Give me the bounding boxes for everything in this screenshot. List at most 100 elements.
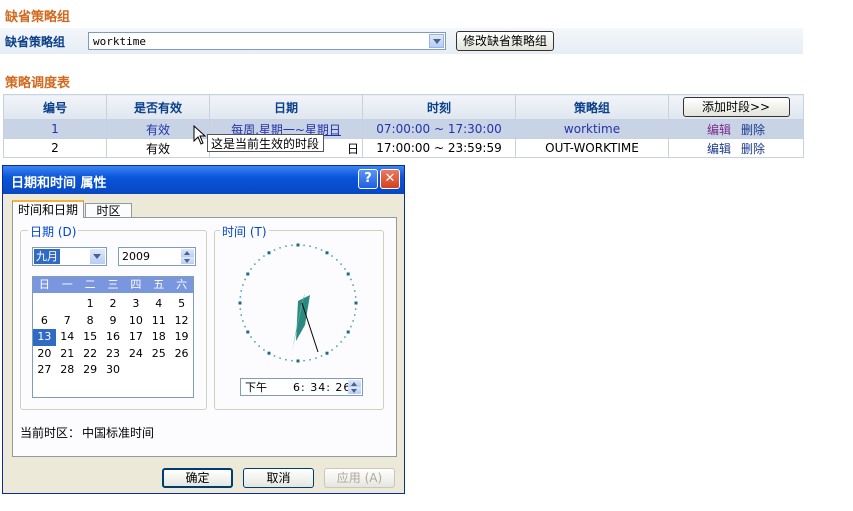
calendar-day[interactable]: 30 [102, 362, 125, 379]
calendar-day[interactable]: 1 [79, 296, 102, 313]
spinner-arrows-icon[interactable] [181, 249, 194, 264]
calendar-day[interactable]: 9 [102, 313, 125, 330]
calendar-day[interactable]: 10 [124, 313, 147, 330]
calendar-day[interactable]: 19 [170, 329, 193, 346]
time-field[interactable]: 下午 6: 34: 26 [240, 378, 363, 396]
header-policy: 策略组 [515, 94, 669, 120]
row-time: 17:00:00 ~ 23:59:59 [362, 138, 516, 158]
calendar-day[interactable]: 24 [124, 346, 147, 363]
calendar-day[interactable]: 2 [102, 296, 125, 313]
clock-hour-mark [346, 330, 350, 334]
clock-minute-mark [350, 278, 352, 281]
clock-hour-mark [296, 243, 300, 247]
clock-minute-mark [291, 359, 293, 362]
calendar-day[interactable]: 8 [79, 313, 102, 330]
header-time: 时刻 [362, 94, 516, 120]
clock-minute-mark [340, 263, 342, 265]
calendar-day[interactable]: 4 [147, 296, 170, 313]
calendar-day[interactable]: 3 [124, 296, 147, 313]
tooltip: 这是当前生效的时段 [207, 134, 324, 152]
calendar-day[interactable]: 11 [147, 313, 170, 330]
clock-hour-mark [346, 272, 350, 276]
clock-minute-mark [273, 355, 276, 357]
add-period-button[interactable]: 添加时段>> [682, 97, 790, 117]
calendar-day[interactable]: 27 [33, 362, 56, 379]
weekday-label: 三 [107, 278, 119, 291]
clock-minute-mark [291, 244, 293, 247]
clock-minute-mark [239, 296, 242, 298]
clock-minute-mark [336, 259, 338, 261]
clock-hour-mark [246, 272, 250, 276]
modify-default-policy-button[interactable]: 修改缺省策略组 [456, 31, 554, 51]
default-policy-select[interactable]: worktime [88, 32, 446, 50]
calendar-day[interactable]: 28 [56, 362, 79, 379]
calendar-day[interactable]: 13 [33, 329, 56, 346]
month-value: 九月 [34, 249, 60, 264]
help-button[interactable]: ? [358, 169, 378, 189]
weekday-label: 二 [84, 278, 96, 291]
calendar-day[interactable]: 6 [33, 313, 56, 330]
calendar-weekday-header: 日 一 二 三 四 五 六 [33, 277, 193, 293]
header-valid: 是否有效 [106, 94, 210, 120]
calendar-day [56, 296, 79, 313]
close-button[interactable]: ✕ [380, 169, 400, 189]
apply-button[interactable]: 应用 (A) [324, 468, 395, 488]
clock-minute-mark [239, 308, 242, 310]
chevron-down-icon[interactable] [90, 249, 105, 264]
calendar-day[interactable]: 7 [56, 313, 79, 330]
weekday-label: 日 [38, 278, 50, 291]
clock-minute-mark [344, 268, 346, 270]
calendar-day[interactable]: 22 [79, 346, 102, 363]
calendar-day[interactable]: 16 [102, 329, 125, 346]
dialog-titlebar: 日期和时间 属性 ? ✕ [3, 166, 404, 194]
calendar-day[interactable]: 14 [56, 329, 79, 346]
header-id: 编号 [3, 94, 107, 120]
chevron-down-icon[interactable] [429, 34, 444, 48]
ok-button[interactable]: 确定 [162, 468, 233, 488]
clock-minute-mark [320, 355, 323, 357]
row-policy: OUT-WORKTIME [515, 138, 669, 158]
clock-minute-mark [354, 314, 356, 316]
default-policy-select-value: worktime [93, 35, 146, 48]
row-policy: worktime [515, 119, 669, 139]
ampm-value: 下午 [245, 381, 267, 394]
row-time: 07:00:00 ~ 17:30:00 [362, 119, 516, 139]
table-row[interactable]: 2 有效 日 17:00:00 ~ 23:59:59 OUT-WORKTIME … [3, 138, 804, 158]
delete-link[interactable]: 删除 [741, 142, 765, 156]
calendar-day[interactable]: 18 [147, 329, 170, 346]
clock-minute-mark [244, 278, 246, 281]
calendar-day[interactable]: 23 [102, 346, 125, 363]
calendar-day[interactable]: 17 [124, 329, 147, 346]
edit-link[interactable]: 编辑 [707, 142, 731, 156]
row-id: 1 [3, 119, 107, 139]
tab-date-time[interactable]: 时间和日期 [12, 200, 84, 218]
calendar-day[interactable]: 20 [33, 346, 56, 363]
calendar-day[interactable]: 5 [170, 296, 193, 313]
cancel-button[interactable]: 取消 [243, 468, 314, 488]
year-spinner[interactable]: 2009 [118, 247, 196, 266]
calendar-day[interactable]: 12 [170, 313, 193, 330]
table-row[interactable]: 1 有效 每周,星期一~星期日 07:00:00 ~ 17:30:00 work… [3, 119, 804, 139]
clock-minute-mark [244, 325, 246, 328]
edit-link[interactable]: 编辑 [707, 123, 731, 137]
clock-minute-mark [250, 336, 252, 338]
calendar-day[interactable]: 21 [56, 346, 79, 363]
calendar-day[interactable]: 29 [79, 362, 102, 379]
dialog-title: 日期和时间 属性 [11, 176, 107, 191]
spinner-arrows-icon[interactable] [348, 380, 361, 394]
calendar-day[interactable]: 26 [170, 346, 193, 363]
calendar-day[interactable]: 15 [79, 329, 102, 346]
clock-minute-mark [263, 349, 265, 351]
weekday-label: 六 [176, 278, 188, 291]
month-select[interactable]: 九月 [32, 247, 107, 266]
tab-timezone[interactable]: 时区 [85, 203, 132, 218]
calendar[interactable]: 日 一 二 三 四 五 六 1 2 3 4 5 6 7 8 9 10 11 12 13 14 15 16 17 1… [32, 276, 194, 398]
weekday-label: 四 [130, 278, 142, 291]
clock-minute-mark [303, 359, 305, 362]
date-time-dialog: 日期和时间 属性 ? ✕ 时间和日期 时区 日期 (D) 九月 2009 日 一… [2, 165, 405, 494]
clock-minute-mark [331, 255, 333, 257]
calendar-day[interactable]: 25 [147, 346, 170, 363]
delete-link[interactable]: 删除 [741, 123, 765, 137]
clock-minute-mark [309, 359, 311, 361]
header-actions: 添加时段>> [668, 94, 804, 120]
